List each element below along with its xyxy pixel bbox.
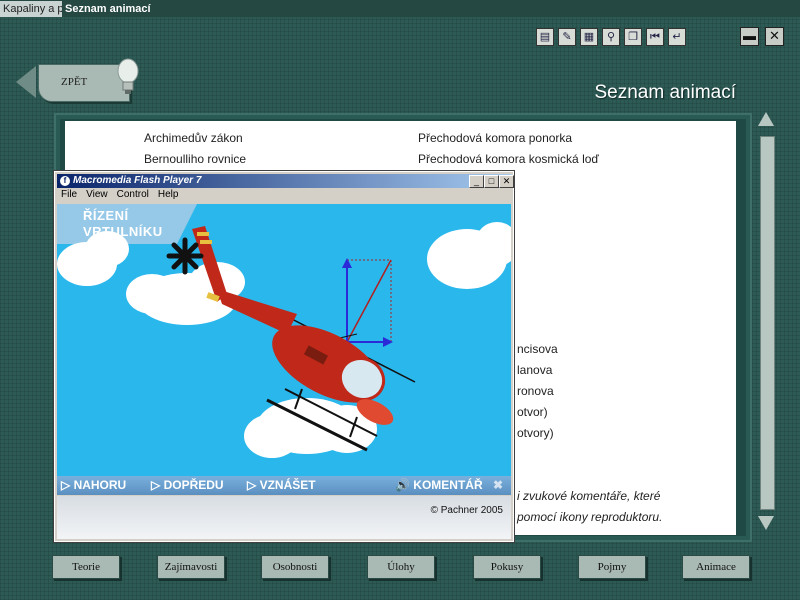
nav-up-button[interactable]: ▷ NAHORU (61, 478, 126, 492)
menu-help[interactable]: Help (158, 189, 179, 200)
note-text: pomocí ikony reproduktoru. (517, 510, 663, 524)
list-item[interactable]: otvory) (517, 426, 554, 440)
scrollbar[interactable] (760, 136, 775, 510)
nav-button-zajimavosti[interactable]: Zajímavosti (157, 555, 225, 579)
list-item[interactable]: Bernoulliho rovnice (144, 152, 246, 166)
menu-view[interactable]: View (86, 189, 108, 200)
note-text: i zvukové komentáře, které (517, 489, 661, 503)
nav-forward-button[interactable]: ▷ DOPŘEDU (151, 478, 224, 492)
flash-close-button[interactable]: ✕ (499, 175, 514, 188)
nav-button-osobnosti[interactable]: Osobnosti (261, 555, 329, 579)
scroll-down-arrow-icon[interactable] (758, 516, 774, 530)
flash-footer: © Pachner 2005 (57, 496, 511, 539)
tail-rotor (166, 237, 204, 275)
folder-icon[interactable]: ▤ (536, 28, 554, 46)
flash-player-window: f Macromedia Flash Player 7 _ □ ✕ File Vi… (53, 170, 515, 543)
helicopter-animation (57, 204, 511, 458)
list-item[interactable]: Přechodová komora ponorka (418, 131, 572, 145)
tab-seznam-animaci[interactable]: Seznam animací (62, 1, 154, 17)
tab-kapaliny[interactable]: Kapaliny a p (0, 1, 65, 17)
tab-strip: Kapaliny a p Seznam animací (0, 0, 800, 17)
nav-lift-label: VZNÁŠET (259, 478, 316, 492)
flash-maximize-button[interactable]: □ (484, 175, 499, 188)
list-item[interactable]: Přechodová komora kosmická loď (418, 152, 599, 166)
notes-icon[interactable]: ▦ (580, 28, 598, 46)
page-title: Seznam animací (594, 82, 736, 103)
minimize-button[interactable]: ▬ (740, 27, 759, 46)
stage-title-line2: VRTULNÍKU (83, 224, 163, 239)
list-item[interactable]: Archimedův zákon (144, 131, 243, 145)
close-button[interactable]: ✕ (765, 27, 784, 46)
lightbulb-icon[interactable] (116, 58, 140, 98)
flash-window-title: Macromedia Flash Player 7 (73, 175, 202, 186)
copy-icon[interactable]: ❐ (624, 28, 642, 46)
nav-up-label: NAHORU (73, 478, 127, 492)
rewind-icon[interactable]: ⏮ (646, 28, 664, 46)
back-arrow-icon[interactable] (16, 66, 36, 98)
return-icon[interactable]: ↵ (668, 28, 686, 46)
nav-button-animace[interactable]: Animace (682, 555, 750, 579)
menu-file[interactable]: File (61, 189, 77, 200)
flash-titlebar[interactable]: f Macromedia Flash Player 7 _ □ ✕ (57, 174, 514, 188)
flash-stage[interactable]: ŘÍZENÍ VRTULNÍKU (57, 204, 511, 477)
comment-label: KOMENTÁŘ (413, 478, 483, 492)
nav-button-pokusy[interactable]: Pokusy (473, 555, 541, 579)
back-button-label: ZPĚT (61, 76, 88, 88)
flash-menu-bar: File View Control Help (57, 189, 183, 203)
mute-icon[interactable]: ✖ (493, 478, 503, 492)
nav-button-ulohy[interactable]: Úlohy (367, 555, 435, 579)
stage-title: ŘÍZENÍ VRTULNÍKU (83, 208, 163, 240)
nav-lift-button[interactable]: ▷ VZNÁŠET (247, 478, 316, 492)
menu-control[interactable]: Control (117, 189, 149, 200)
speaker-icon: 🔊 (395, 478, 410, 492)
scroll-up-arrow-icon[interactable] (758, 112, 774, 126)
flash-nav-bar: ▷ NAHORU ▷ DOPŘEDU ▷ VZNÁŠET 🔊 KOMENTÁŘ … (57, 476, 511, 495)
comment-button[interactable]: 🔊 KOMENTÁŘ (395, 478, 483, 492)
nav-button-pojmy[interactable]: Pojmy (578, 555, 646, 579)
nav-forward-label: DOPŘEDU (163, 478, 224, 492)
list-item[interactable]: ncisova (517, 342, 558, 356)
nav-button-teorie[interactable]: Teorie (52, 555, 120, 579)
stage-title-line1: ŘÍZENÍ (83, 208, 129, 223)
search-icon[interactable]: ⚲ (602, 28, 620, 46)
list-item[interactable]: lanova (517, 363, 552, 377)
edit-icon[interactable]: ✎ (558, 28, 576, 46)
list-item[interactable]: otvor) (517, 405, 548, 419)
flash-minimize-button[interactable]: _ (469, 175, 484, 188)
flash-logo-icon: f (60, 176, 70, 186)
copyright-text: © Pachner 2005 (430, 505, 503, 516)
force-vectors (342, 258, 393, 347)
list-item[interactable]: ronova (517, 384, 554, 398)
